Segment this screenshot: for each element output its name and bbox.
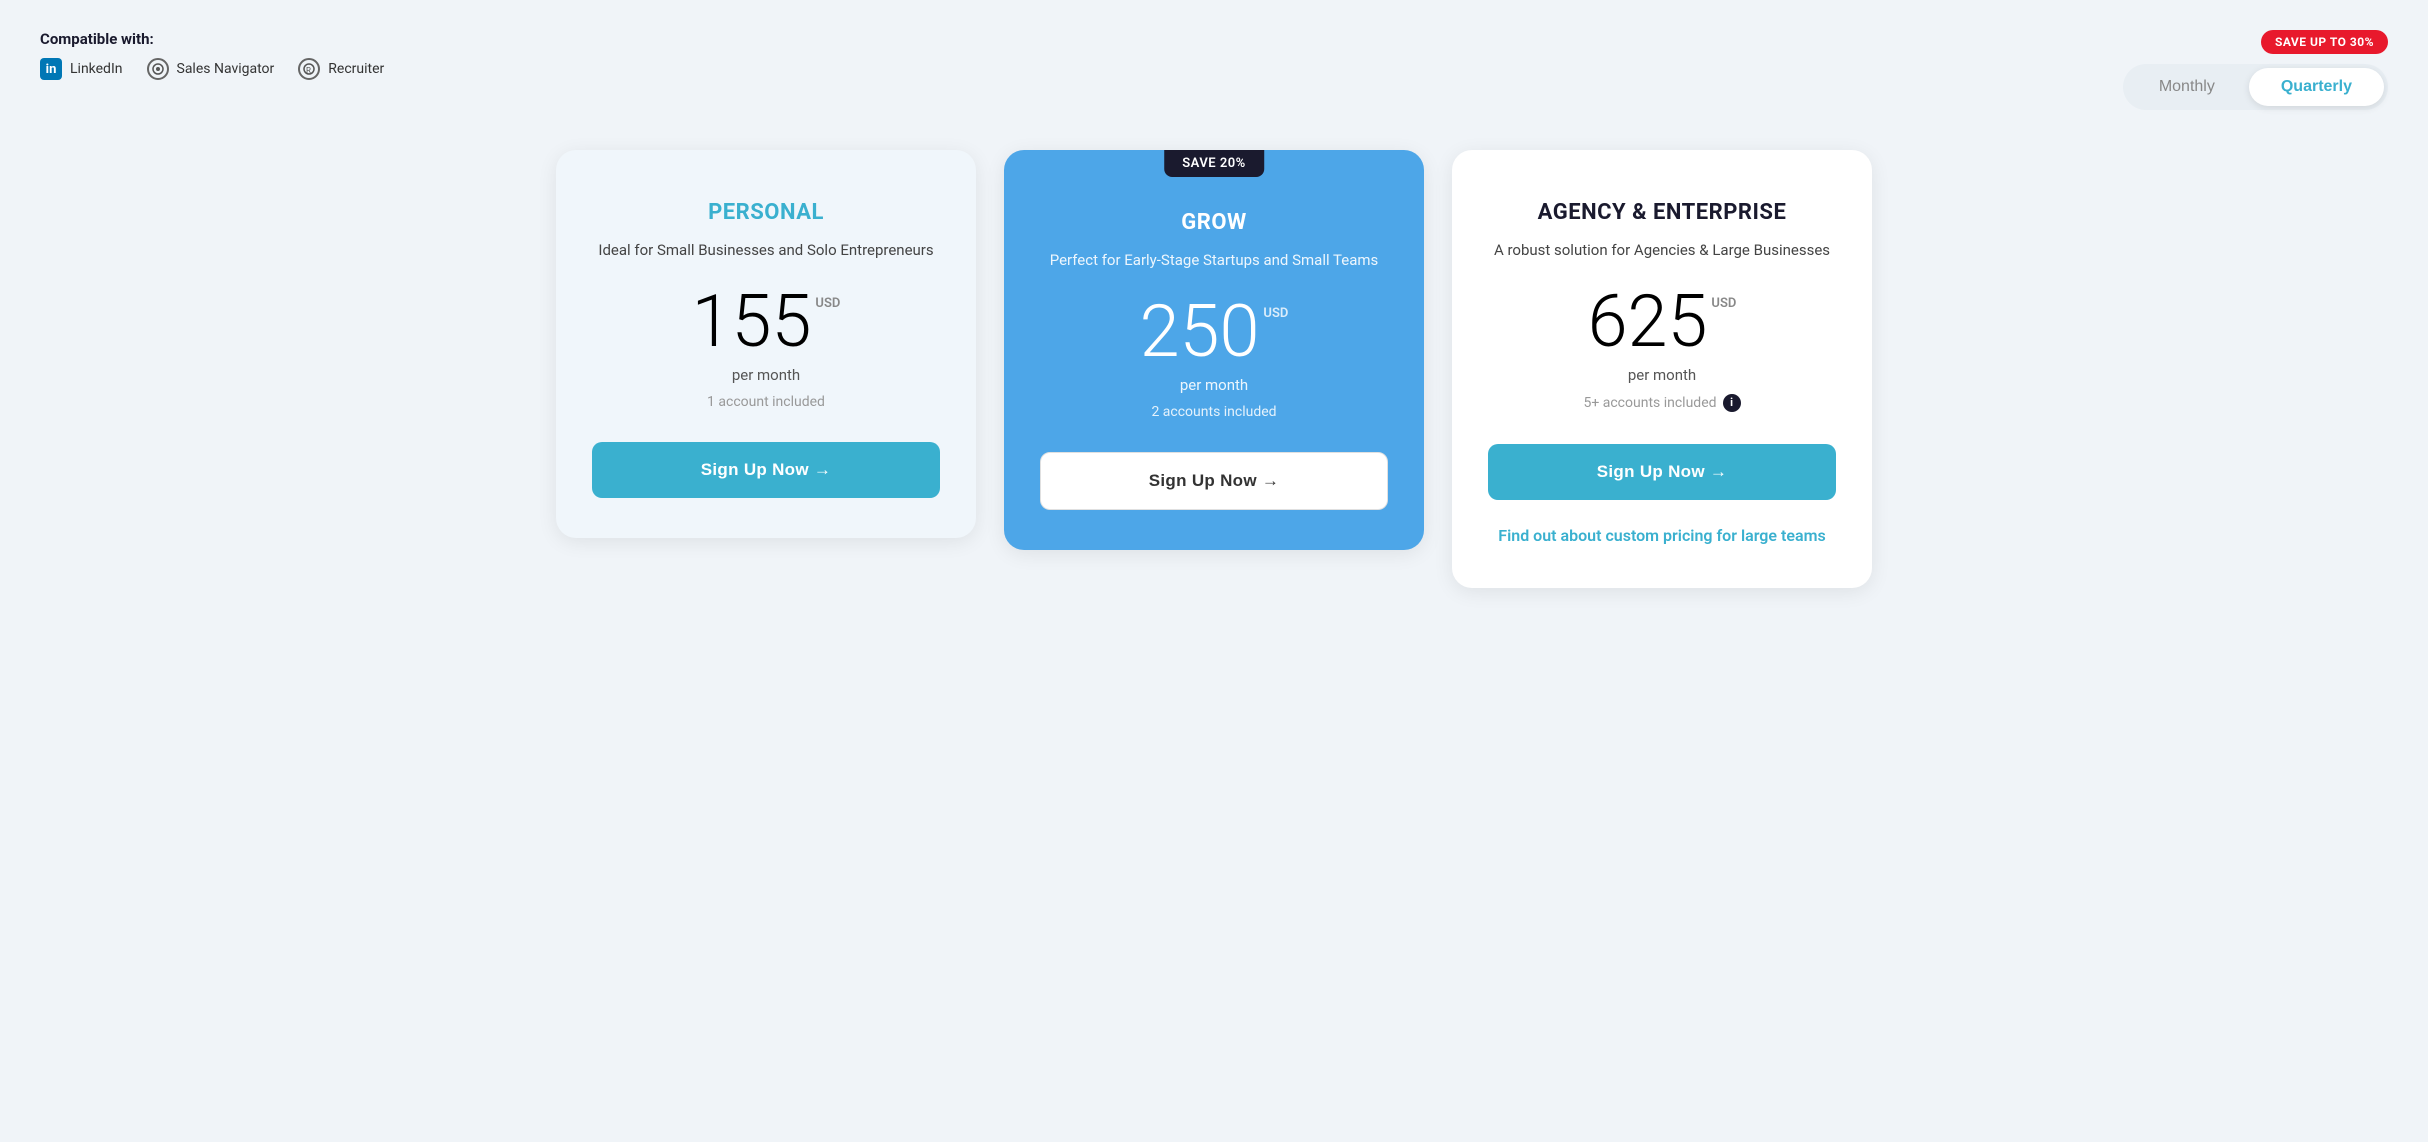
enterprise-price-row: 625 USD	[1488, 286, 1836, 358]
enterprise-accounts-included: 5+ accounts included i	[1488, 394, 1836, 412]
grow-plan-description: Perfect for Early-Stage Startups and Sma…	[1040, 249, 1388, 272]
enterprise-plan-card: AGENCY & ENTERPRISE A robust solution fo…	[1452, 150, 1872, 588]
grow-price-row: 250 USD	[1040, 296, 1388, 368]
enterprise-plan-name: AGENCY & ENTERPRISE	[1488, 200, 1836, 225]
grow-price-number: 250	[1140, 296, 1260, 368]
compatible-label: Compatible with:	[40, 30, 384, 48]
grow-per-month: per month	[1040, 376, 1388, 394]
personal-plan-description: Ideal for Small Businesses and Solo Entr…	[592, 239, 940, 262]
platform-recruiter: R Recruiter	[298, 58, 384, 80]
right-controls: SAVE UP TO 30% Monthly Quarterly	[2123, 30, 2388, 110]
grow-price-currency: USD	[1263, 306, 1288, 321]
grow-plan-name: GROW	[1040, 210, 1388, 235]
quarterly-toggle-button[interactable]: Quarterly	[2249, 68, 2384, 106]
enterprise-plan-description: A robust solution for Agencies & Large B…	[1488, 239, 1836, 262]
billing-toggle: Monthly Quarterly	[2123, 64, 2388, 110]
recruiter-icon: R	[298, 58, 320, 80]
platform-sales-navigator-label: Sales Navigator	[177, 61, 275, 77]
grow-signup-button[interactable]: Sign Up Now →	[1040, 452, 1388, 510]
enterprise-price-number: 625	[1588, 286, 1708, 358]
svg-text:R: R	[306, 66, 311, 75]
platform-recruiter-label: Recruiter	[328, 61, 384, 77]
sales-navigator-icon	[147, 58, 169, 80]
enterprise-per-month: per month	[1488, 366, 1836, 384]
compatible-icons: in LinkedIn Sales Navigator R Recruiter	[40, 58, 384, 80]
personal-signup-button[interactable]: Sign Up Now →	[592, 442, 940, 498]
personal-plan-card: PERSONAL Ideal for Small Businesses and …	[556, 150, 976, 538]
save-up-to-badge: SAVE UP TO 30%	[2261, 30, 2388, 54]
compatible-section: Compatible with: in LinkedIn Sales Navig…	[40, 30, 384, 80]
info-icon[interactable]: i	[1723, 394, 1741, 412]
personal-accounts-included: 1 account included	[592, 394, 940, 410]
linkedin-icon: in	[40, 58, 62, 80]
personal-price-number: 155	[692, 286, 812, 358]
enterprise-price-currency: USD	[1711, 296, 1736, 311]
personal-plan-name: PERSONAL	[592, 200, 940, 225]
platform-linkedin-label: LinkedIn	[70, 61, 123, 77]
platform-sales-navigator: Sales Navigator	[147, 58, 275, 80]
enterprise-signup-button[interactable]: Sign Up Now →	[1488, 444, 1836, 500]
monthly-toggle-button[interactable]: Monthly	[2127, 68, 2247, 106]
grow-accounts-included: 2 accounts included	[1040, 404, 1388, 420]
pricing-cards-container: PERSONAL Ideal for Small Businesses and …	[40, 150, 2388, 588]
personal-price-currency: USD	[815, 296, 840, 311]
platform-linkedin: in LinkedIn	[40, 58, 123, 80]
grow-save-tag: SAVE 20%	[1164, 150, 1264, 177]
page-header: Compatible with: in LinkedIn Sales Navig…	[40, 30, 2388, 110]
personal-per-month: per month	[592, 366, 940, 384]
custom-pricing-link[interactable]: Find out about custom pricing for large …	[1498, 526, 1825, 545]
grow-plan-card: SAVE 20% GROW Perfect for Early-Stage St…	[1004, 150, 1424, 550]
personal-price-row: 155 USD	[592, 286, 940, 358]
custom-pricing-section: Find out about custom pricing for large …	[1488, 524, 1836, 548]
